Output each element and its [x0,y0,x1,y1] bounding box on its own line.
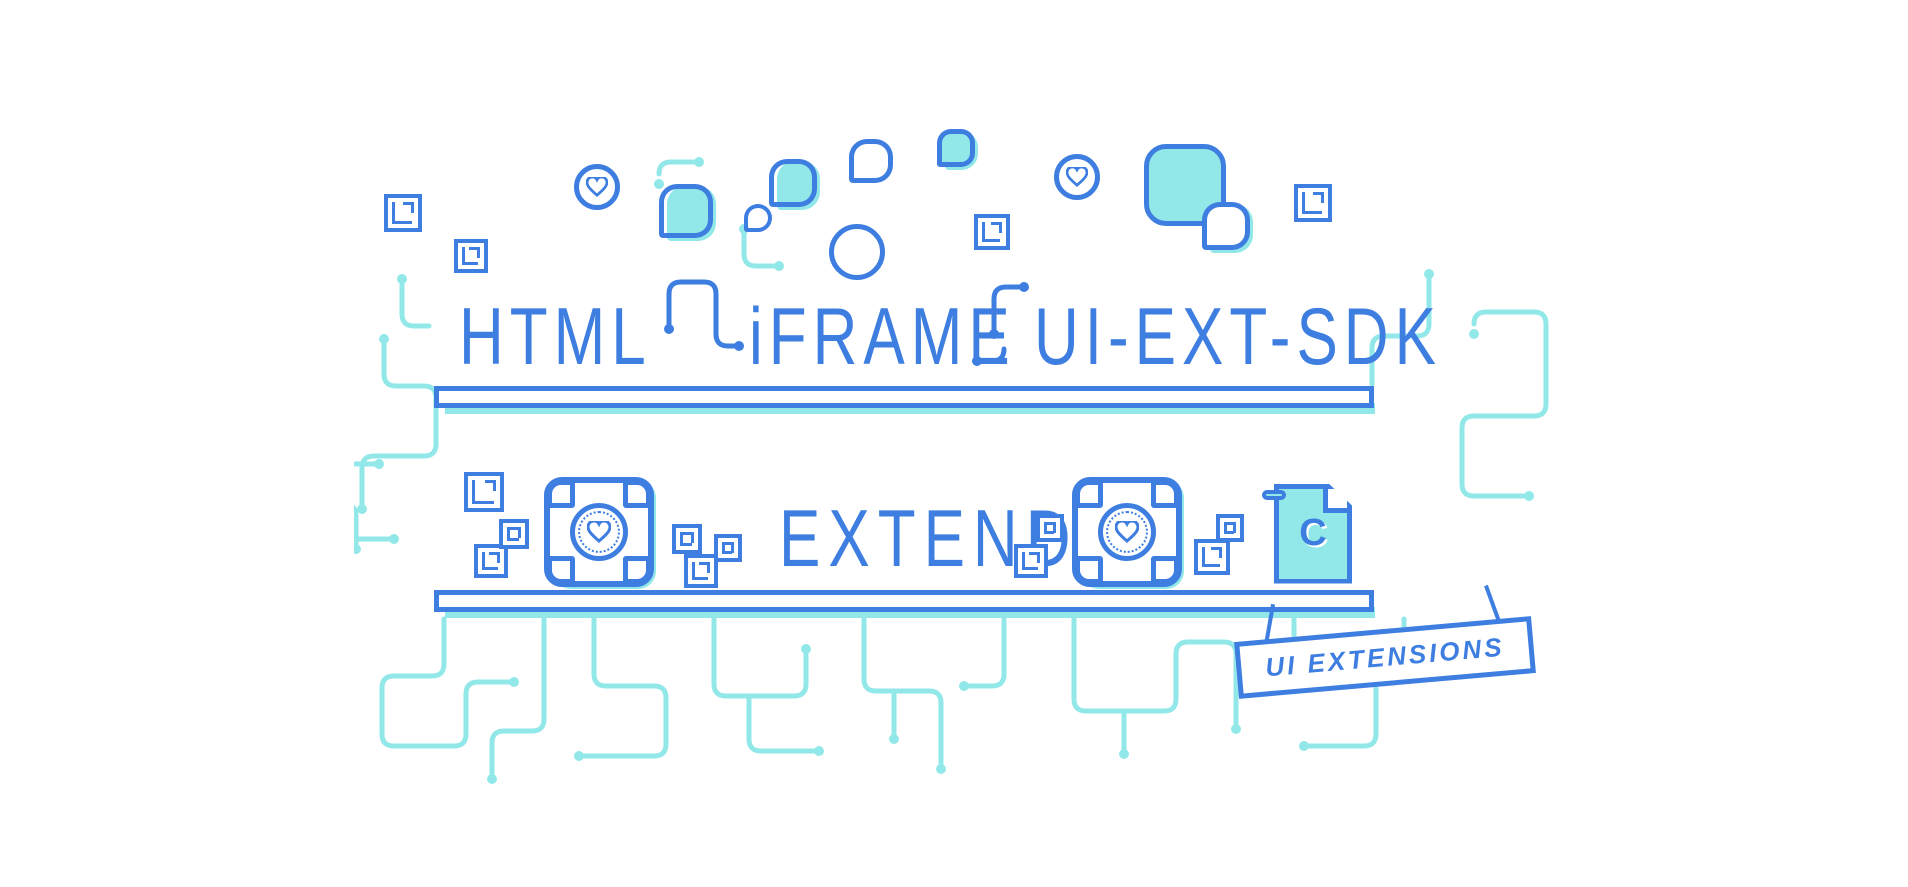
circuit-box-icon [714,534,742,562]
circuit-box-icon [499,519,529,549]
circuit-box-icon [684,554,718,588]
tech-label-iframe: iFRAME [749,291,1016,383]
circuit-box-icon [454,239,488,273]
heart-icon [1054,154,1100,200]
circuit-box-icon [1014,544,1048,578]
tech-label-html: HTML [459,291,652,383]
heart-icon [574,164,620,210]
circuit-box-icon [474,544,508,578]
conveyor-shelf-top [434,386,1374,408]
circuit-traces-background [354,84,1554,804]
squircle-icon [744,204,772,232]
companion-cube-icon [544,477,654,587]
squircle-icon [1202,202,1250,250]
ui-extensions-badge: UI EXTENSIONS [1234,616,1536,699]
circuit-box-icon [1294,184,1332,222]
companion-cube-icon [1072,477,1182,587]
squircle-icon [937,129,975,167]
circuit-box-icon [1216,514,1244,542]
circuit-box-icon [672,524,702,554]
conveyor-shelf-bottom [434,590,1374,612]
tech-label-sdk: UI-EXT-SDK [1034,291,1442,383]
circuit-box-icon [384,194,422,232]
file-letter: C [1299,512,1326,555]
circuit-box-icon [1036,514,1064,542]
circuit-box-icon [464,472,504,512]
tech-illustration: HTML iFRAME UI-EXT-SDK EXTEND C UI EXTEN… [354,84,1554,804]
circle-icon [829,224,885,280]
squircle-icon [769,159,817,207]
squircle-icon [849,139,893,183]
squircle-icon [659,184,713,238]
circuit-box-icon [974,214,1010,250]
circuit-box-icon [1194,539,1230,575]
